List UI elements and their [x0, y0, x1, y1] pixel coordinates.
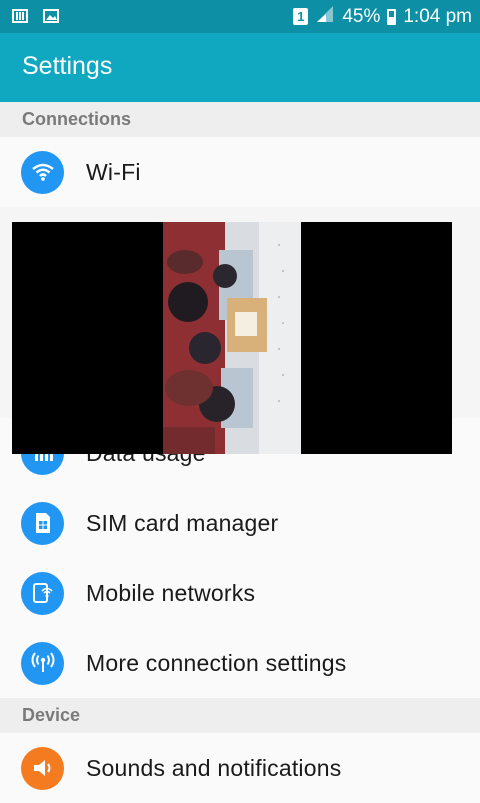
settings-item-sounds-notifications[interactable]: Sounds and notifications: [0, 733, 480, 803]
page-title: Settings: [22, 52, 113, 80]
settings-item-label: SIM card manager: [86, 509, 279, 536]
wifi-icon: [21, 150, 64, 194]
status-bar: 1 45% 1:04 pm: [0, 0, 480, 33]
sim-card-icon: [21, 501, 64, 545]
settings-item-sim-card-manager[interactable]: SIM card manager: [0, 488, 480, 558]
section-header-connections: Connections: [0, 102, 480, 137]
settings-item-more-connection[interactable]: More connection settings: [0, 628, 480, 698]
section-header-device: Device: [0, 698, 480, 733]
more-connection-icon: [21, 641, 64, 685]
gallery-icon: [43, 9, 59, 23]
signal-icon: [315, 5, 335, 29]
settings-item-label: Sounds and notifications: [86, 754, 342, 781]
status-bar-right: 1 45% 1:04 pm: [293, 0, 472, 33]
battery-icon: [387, 8, 397, 25]
settings-item-label: More connection settings: [86, 649, 347, 676]
classroom-audience-photo: [163, 222, 301, 454]
app-bar: Settings: [0, 33, 480, 102]
mobile-networks-icon: [21, 571, 64, 615]
battery-percent: 45%: [342, 5, 381, 27]
settings-item-mobile-networks[interactable]: Mobile networks: [0, 558, 480, 628]
sim-slot-badge: 1: [293, 8, 309, 25]
clock: 1:04 pm: [403, 5, 472, 27]
settings-item-label: Mobile networks: [86, 579, 256, 606]
sound-icon: [21, 746, 64, 790]
sim-storage-icon: [12, 9, 28, 23]
settings-item-label: Wi-Fi: [86, 158, 141, 185]
settings-item-wifi[interactable]: Wi-Fi: [0, 137, 480, 207]
overlay-photo[interactable]: [12, 222, 452, 454]
